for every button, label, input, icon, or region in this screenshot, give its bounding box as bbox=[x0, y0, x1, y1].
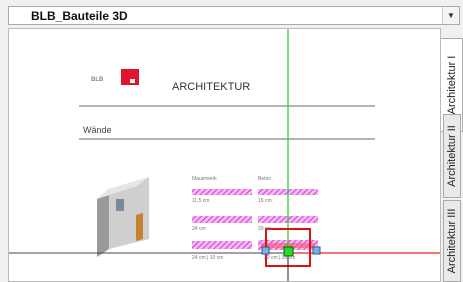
row3-concrete-label: 20 cm | 20 cm bbox=[264, 255, 296, 261]
row1-masonry-label: 11,5 cm bbox=[192, 198, 210, 204]
row3-masonry-label: 24 cm | 10 cm bbox=[192, 255, 224, 261]
column-header-concrete: Beton bbox=[258, 176, 272, 182]
section-heading: Wände bbox=[83, 125, 112, 135]
component-library-dropdown[interactable]: BLB_Bauteile 3D ▼ bbox=[8, 6, 460, 25]
drawing-viewport[interactable]: BLB ARCHITEKTUR Wände Mauerwerk Beton 11… bbox=[8, 28, 441, 282]
dropdown-label: BLB_Bauteile 3D bbox=[31, 9, 128, 23]
row2-masonry-label: 24 cm bbox=[192, 226, 206, 232]
row2-concrete-label: 20 cm bbox=[258, 226, 272, 232]
wall-3d-model bbox=[97, 177, 149, 257]
blb-logo-notch bbox=[130, 79, 135, 83]
wall-sample-hatches bbox=[192, 189, 318, 250]
tab-label: Architektur III bbox=[446, 208, 458, 274]
grip-right[interactable] bbox=[312, 246, 321, 255]
column-header-masonry: Mauerwerk bbox=[192, 176, 217, 182]
tab-label: Architektur II bbox=[446, 125, 458, 187]
drawing-canvas[interactable] bbox=[9, 29, 441, 282]
tab-architektur-ii[interactable]: Architektur II bbox=[443, 114, 461, 198]
tab-label: Architektur I bbox=[445, 55, 458, 115]
logo-text: BLB bbox=[91, 77, 104, 83]
tab-architektur-iii[interactable]: Architektur III bbox=[443, 200, 461, 282]
chevron-down-icon[interactable]: ▼ bbox=[442, 7, 459, 24]
vertical-tab-strip: Architektur I Architektur II Architektur… bbox=[441, 28, 463, 282]
sheet-title: ARCHITEKTUR bbox=[172, 81, 251, 93]
row1-concrete-label: 15 cm bbox=[258, 198, 272, 204]
grip-left[interactable] bbox=[261, 246, 270, 255]
